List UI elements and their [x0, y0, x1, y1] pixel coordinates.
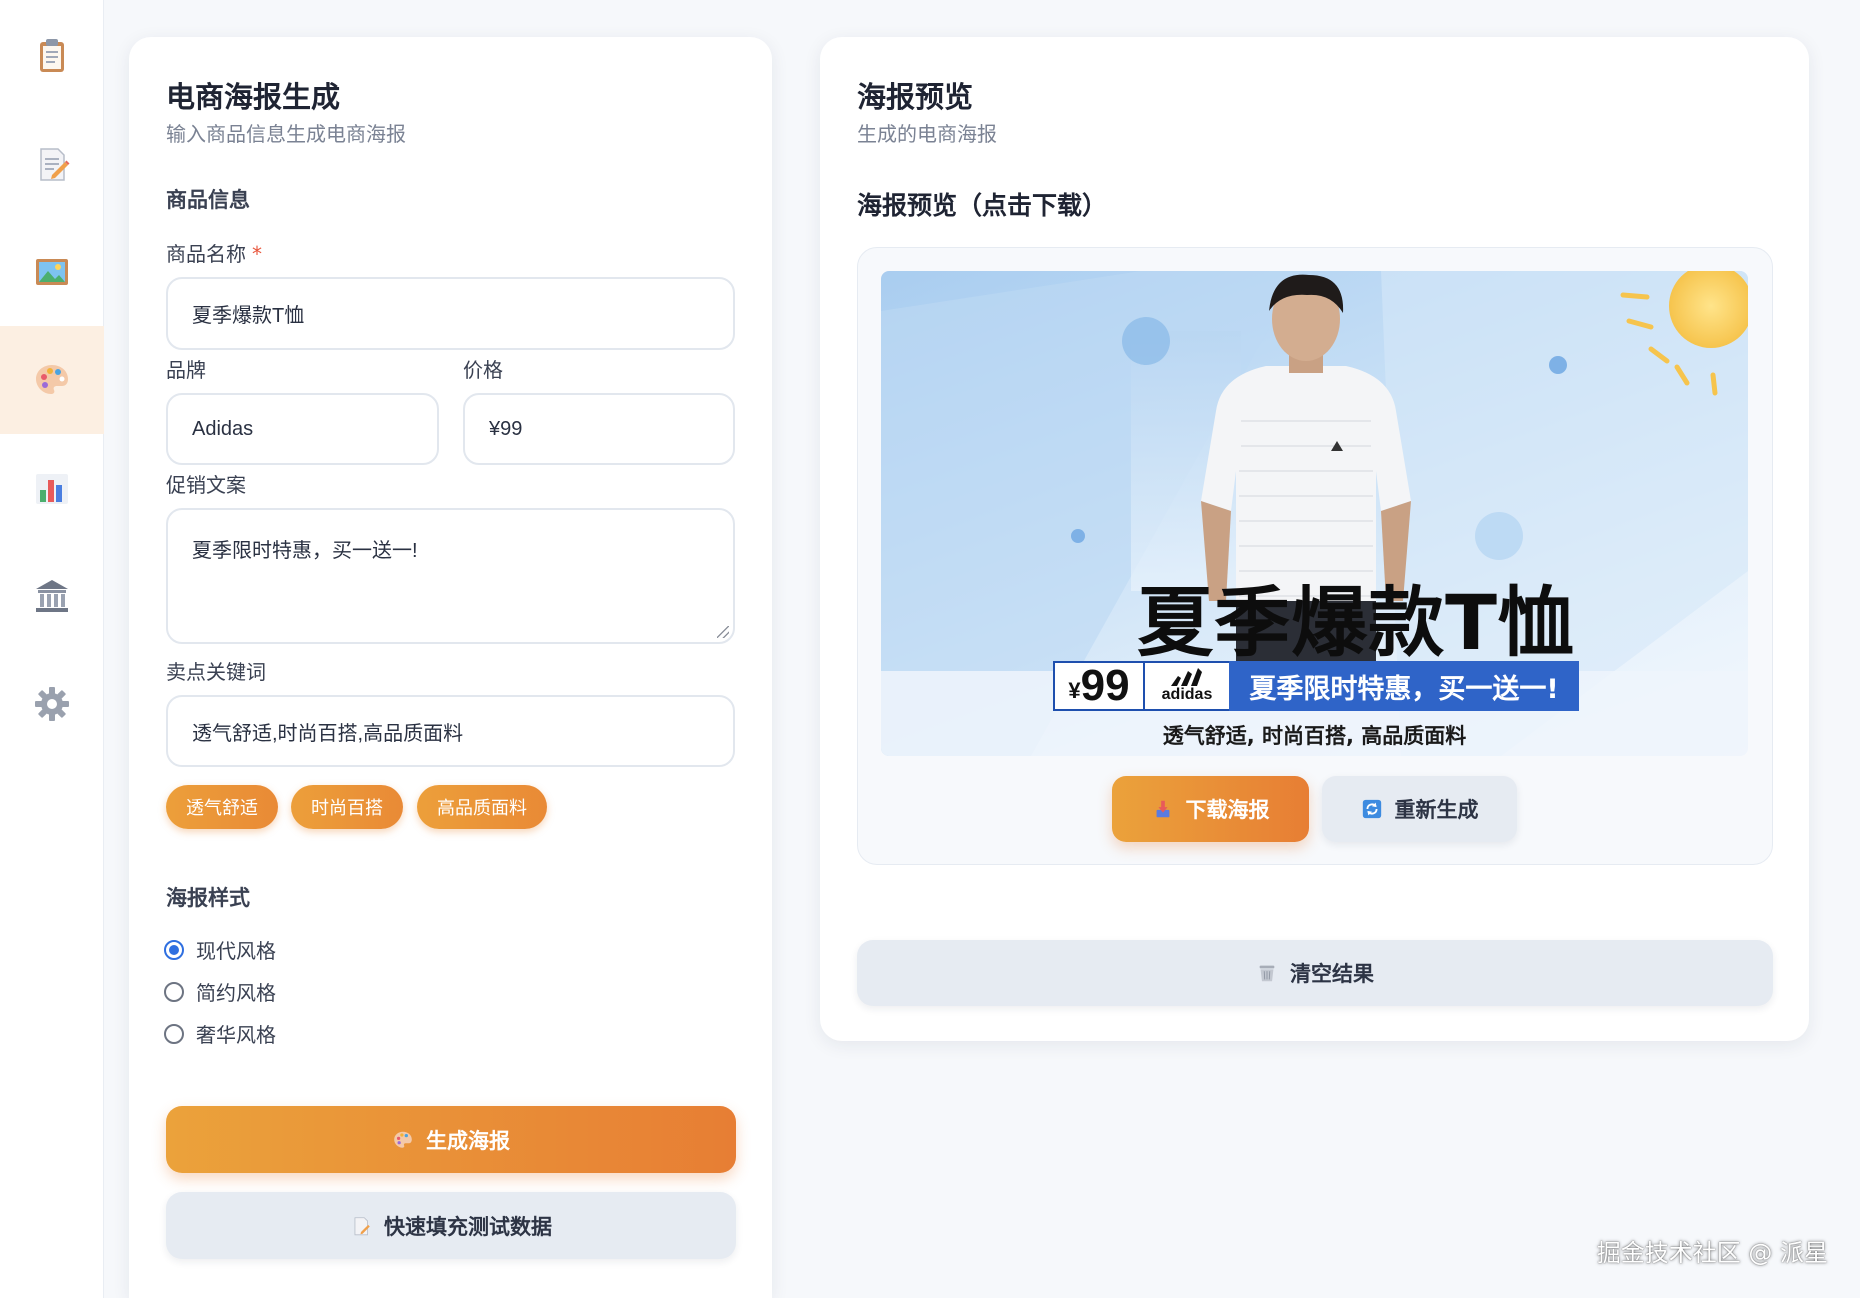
poster-price-currency: ¥	[1068, 678, 1081, 703]
clipboard-icon	[40, 39, 64, 72]
product-name-label-text: 商品名称	[166, 242, 246, 266]
refresh-icon	[1362, 799, 1381, 819]
download-poster-button[interactable]: 下载海报	[1112, 776, 1309, 842]
poster-style-heading: 海报样式	[166, 886, 250, 910]
image-icon	[36, 259, 68, 285]
trash-icon	[1259, 965, 1275, 982]
edit-document-icon	[40, 148, 70, 181]
resize-handle[interactable]	[717, 626, 729, 638]
style-option-luxury[interactable]: 奢华风格	[164, 1019, 276, 1048]
style-option-label: 简约风格	[196, 981, 276, 1005]
promo-textarea-value: 夏季限时特惠，买一送一!	[192, 540, 418, 562]
poster-brand-wordmark: adidas	[1161, 686, 1213, 703]
adidas-logo-icon	[1171, 668, 1202, 686]
style-option-label: 现代风格	[196, 939, 276, 963]
sidebar-item-palette[interactable]	[0, 326, 104, 434]
poster-price-box: ¥ 99	[1053, 661, 1145, 711]
fill-test-data-button[interactable]: 快速填充测试数据	[166, 1192, 736, 1259]
palette-icon	[36, 365, 68, 394]
sidebar-item-image[interactable]	[0, 218, 104, 326]
poster-brand-logo: adidas	[1145, 661, 1229, 711]
sidebar-item-bank[interactable]	[0, 542, 104, 650]
edit-document-icon	[354, 1216, 370, 1235]
style-option-minimal[interactable]: 简约风格	[164, 977, 276, 1006]
sidebar-item-clipboard[interactable]	[0, 2, 104, 110]
preview-heading: 海报预览（点击下载）	[857, 191, 1108, 220]
style-option-label: 奢华风格	[196, 1023, 276, 1047]
download-icon	[1156, 800, 1169, 818]
style-option-modern[interactable]: 现代风格	[164, 935, 276, 964]
brand-label: 品牌	[166, 358, 206, 382]
poster-promo-banner: 夏季限时特惠，买一送一!	[1229, 661, 1579, 711]
keyword-tag[interactable]: 透气舒适	[166, 785, 278, 829]
radio-button[interactable]	[164, 939, 184, 960]
clear-results-button[interactable]: 清空结果	[857, 940, 1773, 1006]
product-info-heading: 商品信息	[166, 188, 250, 212]
regenerate-label: 重新生成	[1394, 798, 1479, 822]
poster-headline: 夏季爆款T恤	[1137, 578, 1575, 667]
radio-button[interactable]	[164, 981, 184, 1002]
clear-results-label: 清空结果	[1290, 962, 1374, 986]
sidebar-item-bar-chart[interactable]	[0, 434, 104, 542]
preview-title: 海报预览	[857, 80, 974, 114]
generate-poster-button[interactable]: 生成海报	[166, 1106, 736, 1173]
required-marker: *	[252, 242, 262, 266]
form-subtitle: 输入商品信息生成电商海报	[166, 122, 406, 146]
keyword-tag[interactable]: 时尚百搭	[291, 785, 403, 829]
promo-label: 促销文案	[166, 473, 246, 497]
promo-textarea[interactable]: 夏季限时特惠，买一送一!	[166, 508, 735, 644]
bar-chart-icon	[36, 474, 68, 504]
gear-icon	[35, 687, 69, 721]
download-poster-label: 下载海报	[1185, 798, 1270, 822]
preview-subtitle: 生成的电商海报	[857, 122, 997, 146]
keywords-input[interactable]: 透气舒适,时尚百搭,高品质面料	[166, 695, 735, 767]
bank-icon	[36, 580, 68, 612]
price-label: 价格	[463, 358, 503, 382]
poster-keywords: 透气舒适, 时尚百搭, 高品质面料	[1162, 724, 1467, 748]
radio-button[interactable]	[164, 1023, 184, 1044]
sidebar	[0, 0, 104, 1298]
sidebar-item-edit-document[interactable]	[0, 110, 104, 218]
product-name-label: 商品名称 *	[166, 238, 262, 267]
poster-price-number: 99	[1080, 661, 1130, 710]
palette-icon	[394, 1131, 412, 1148]
keyword-tag[interactable]: 高品质面料	[417, 785, 547, 829]
sidebar-item-settings[interactable]	[0, 650, 104, 758]
regenerate-button[interactable]: 重新生成	[1322, 776, 1517, 842]
product-name-input[interactable]: 夏季爆款T恤	[166, 277, 735, 350]
price-input[interactable]: ¥99	[463, 393, 735, 465]
brand-input[interactable]: Adidas	[166, 393, 439, 465]
watermark-text: 掘金技术社区 @ 派星	[1596, 1239, 1828, 1267]
fill-test-data-label: 快速填充测试数据	[384, 1214, 552, 1239]
generate-poster-label: 生成海报	[426, 1128, 510, 1153]
keywords-label: 卖点关键词	[166, 660, 266, 684]
form-title: 电商海报生成	[166, 80, 341, 114]
poster-image[interactable]: 夏季爆款T恤 ¥ 99 adidas 夏季限时特惠，买一送一! 透气舒适, 时尚…	[881, 271, 1748, 756]
